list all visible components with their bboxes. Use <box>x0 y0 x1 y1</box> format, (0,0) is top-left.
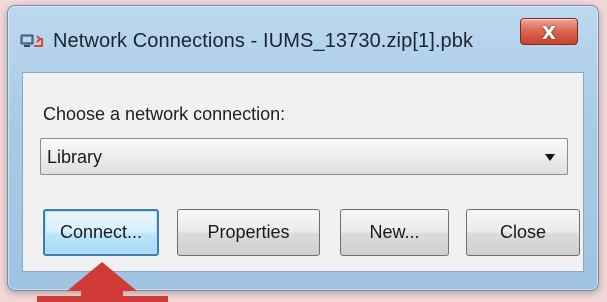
red-arrow-icon <box>37 262 168 302</box>
connect-button[interactable]: Connect... <box>43 209 159 256</box>
dialog-client-area: Choose a network connection: Library Con… <box>22 72 584 272</box>
network-connections-icon <box>20 28 44 52</box>
selected-network-connection: Library <box>47 147 103 167</box>
properties-button[interactable]: Properties <box>177 209 320 256</box>
chevron-down-icon[interactable] <box>545 154 555 161</box>
network-connection-select[interactable]: Library <box>40 138 568 175</box>
screenshot-canvas: Network Connections - IUMS_13730.zip[1].… <box>0 0 607 302</box>
window-title: Network Connections - IUMS_13730.zip[1].… <box>53 30 474 52</box>
network-connection-label: Choose a network connection: <box>43 104 286 124</box>
network-connections-dialog: Network Connections - IUMS_13730.zip[1].… <box>7 5 599 291</box>
title-bar: Network Connections - IUMS_13730.zip[1].… <box>8 6 598 72</box>
window-close-button[interactable]: X <box>520 18 578 45</box>
new-button[interactable]: New... <box>340 209 449 256</box>
close-button[interactable]: Close <box>466 209 580 256</box>
